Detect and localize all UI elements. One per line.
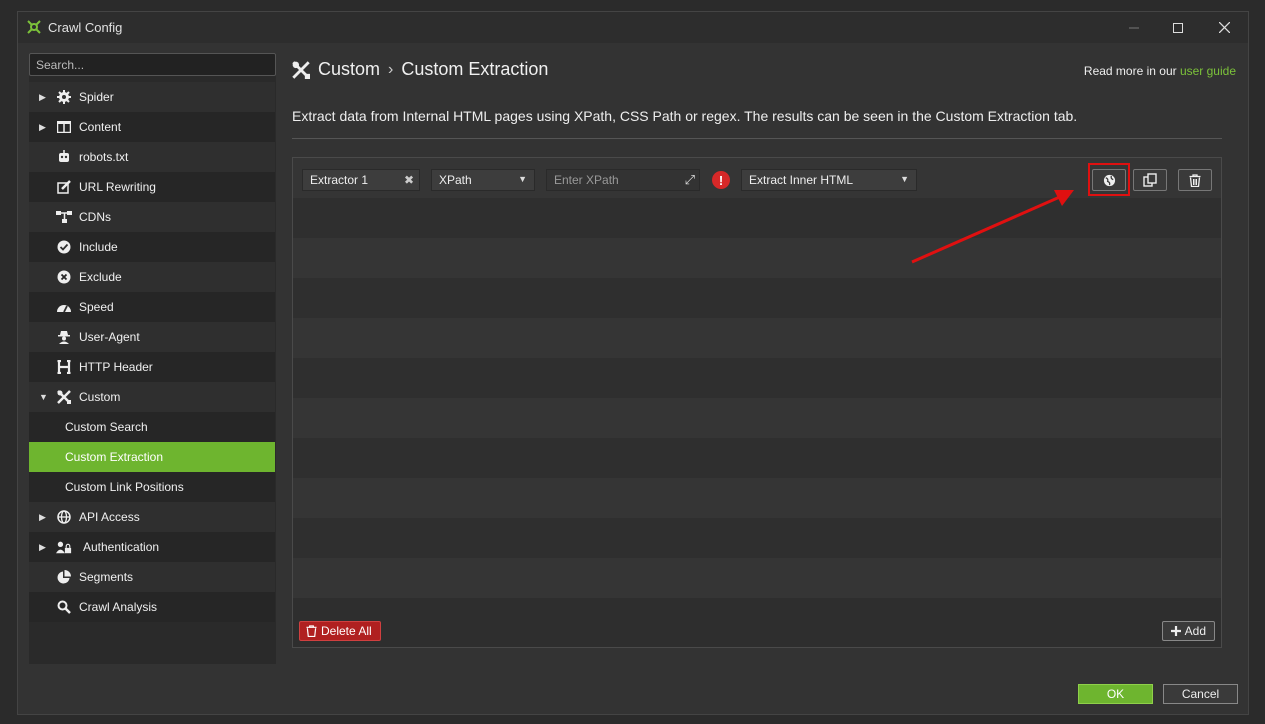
annotation-arrow — [911, 190, 1074, 264]
